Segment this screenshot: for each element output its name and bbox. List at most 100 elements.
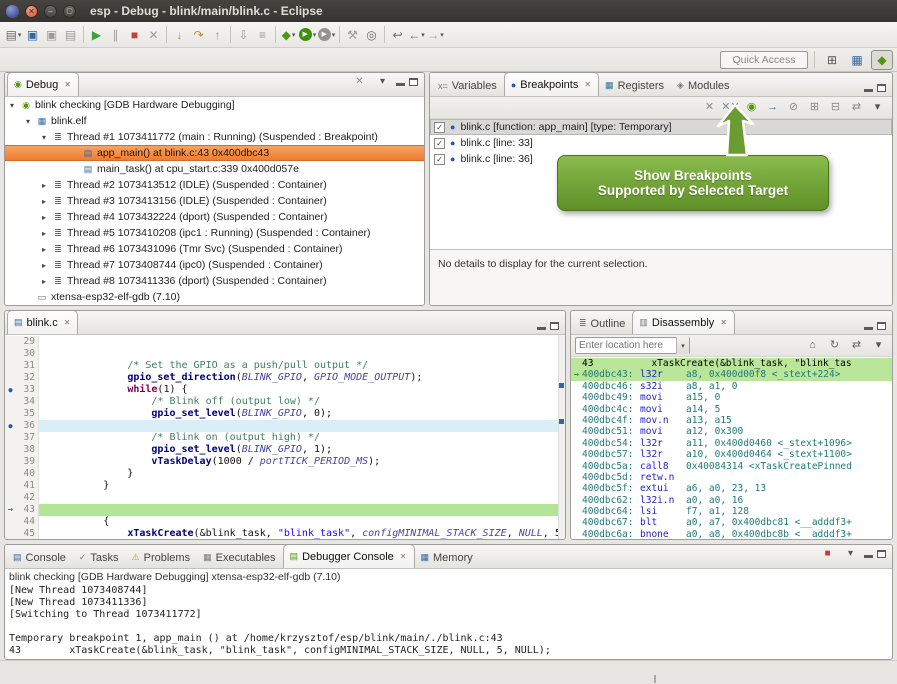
code-line[interactable]: 45: [5, 528, 565, 540]
gutter-marker[interactable]: [5, 372, 16, 384]
tab-disassembly[interactable]: ▥ Disassembly ✕: [632, 310, 735, 334]
tree-expander-icon[interactable]: [23, 117, 33, 126]
location-dropdown-icon[interactable]: ▾: [676, 337, 689, 354]
minimize-view-icon[interactable]: [864, 89, 873, 92]
go-to-pc-icon[interactable]: ⌂: [803, 336, 822, 356]
gutter-marker[interactable]: [5, 516, 16, 528]
debug-tree-item[interactable]: blink checking [GDB Hardware Debugging]: [5, 97, 424, 113]
tree-expander-icon[interactable]: [39, 181, 49, 190]
minimize-view-icon[interactable]: [537, 327, 546, 330]
link-with-debug-view-icon[interactable]: ⇄: [847, 98, 866, 118]
new-wizard-icon[interactable]: ▤ ▾: [4, 25, 23, 45]
tab-close-icon[interactable]: ✕: [720, 318, 727, 327]
open-perspective-icon[interactable]: ⊞: [821, 50, 843, 70]
disassembly-row[interactable]: 400dbc4f: mov.n a13, a15: [571, 415, 892, 426]
tree-expander-icon[interactable]: [39, 245, 49, 254]
perspective-cpp-button[interactable]: ▦: [846, 50, 868, 70]
perspective-debug-button[interactable]: ◆: [871, 50, 893, 70]
breakpoint-item[interactable]: ✓ ● blink.c [function: app_main] [type: …: [430, 119, 892, 135]
remove-all-terminated-icon[interactable]: ✕: [350, 72, 369, 92]
step-into-icon[interactable]: ↓: [170, 25, 189, 45]
debug-tree-item[interactable]: Thread #6 1073431096 (Tmr Svc) (Suspende…: [5, 241, 424, 257]
disassembly-row[interactable]: 400dbc57: l32r a10, 0x400d0464 <_stext+1…: [571, 449, 892, 460]
tree-expander-icon[interactable]: [39, 229, 49, 238]
code-line[interactable]: 31 while(1) {: [5, 360, 565, 372]
gutter-marker[interactable]: [5, 348, 16, 360]
gutter-marker[interactable]: [5, 504, 16, 516]
gutter-marker[interactable]: [5, 432, 16, 444]
tab-registers[interactable]: ▦ Registers: [599, 75, 671, 96]
code-area[interactable]: 29 /* Set the GPIO as a push/pull output…: [5, 335, 565, 540]
dropdown-arrow-icon[interactable]: ▾: [292, 31, 296, 39]
debug-tree-item[interactable]: blink.elf: [5, 113, 424, 129]
tab-close-icon[interactable]: ✕: [584, 80, 591, 89]
debug-tree-item[interactable]: Thread #7 1073408744 (ipc0) (Suspended :…: [5, 257, 424, 273]
code-line[interactable]: 35 /* Blink on (output high) */: [5, 408, 565, 420]
tab-console[interactable]: ▤ Console: [7, 547, 73, 568]
dropdown-arrow-icon[interactable]: ▾: [421, 31, 425, 39]
breakpoint-item[interactable]: ✓ ● blink.c [line: 33]: [430, 135, 892, 151]
link-with-active-debug-context-icon[interactable]: ⇄: [847, 336, 866, 356]
maximize-view-icon[interactable]: [877, 550, 886, 558]
disassembly-row[interactable]: 400dbc4c: movi a14, 5: [571, 404, 892, 415]
tab-outline[interactable]: ≣ Outline: [573, 313, 632, 334]
code-line[interactable]: 40: [5, 468, 565, 480]
breakpoint-checkbox[interactable]: ✓: [434, 154, 445, 165]
maximize-view-icon[interactable]: [409, 78, 418, 86]
window-resize-grip[interactable]: [654, 675, 656, 683]
step-return-icon[interactable]: ↑: [208, 25, 227, 45]
instruction-stepping-icon[interactable]: ≡: [253, 25, 272, 45]
code-line[interactable]: 33 gpio_set_level(BLINK_GPIO, 0);: [5, 384, 565, 396]
tab-breakpoints[interactable]: ● Breakpoints ✕: [504, 72, 599, 96]
window-minimize-button[interactable]: [44, 5, 57, 18]
disassembly-row[interactable]: 400dbc49: movi a15, 0: [571, 392, 892, 403]
tab-close-icon[interactable]: ✕: [64, 318, 71, 327]
tree-expander-icon[interactable]: [39, 261, 49, 270]
maximize-view-icon[interactable]: [877, 84, 886, 92]
terminate-icon[interactable]: ■: [125, 25, 144, 45]
disassembly-row[interactable]: 400dbc5d: retw.n: [571, 472, 892, 483]
tab-tasks[interactable]: ✓ Tasks: [73, 547, 126, 568]
window-maximize-button[interactable]: [63, 5, 76, 18]
debug-tree-item[interactable]: app_main() at blink.c:43 0x400dbc43: [5, 145, 424, 161]
forward-icon[interactable]: → ▾: [426, 25, 445, 45]
code-line[interactable]: 44 }: [5, 516, 565, 528]
tab-debugger-console[interactable]: ▤ Debugger Console ✕: [283, 544, 415, 568]
code-line[interactable]: 43 xTaskCreate(&blink_task, "blink_task"…: [5, 504, 565, 516]
gutter-marker[interactable]: [5, 420, 16, 432]
code-line[interactable]: 32 /* Blink off (output low) */: [5, 372, 565, 384]
overview-ruler-mark[interactable]: [559, 383, 564, 388]
tree-expander-icon[interactable]: [39, 197, 49, 206]
gutter-marker[interactable]: [5, 456, 16, 468]
dropdown-arrow-icon[interactable]: ▾: [332, 31, 336, 39]
maximize-view-icon[interactable]: [877, 322, 886, 330]
tab-variables[interactable]: x= Variables: [432, 75, 504, 96]
terminate-icon[interactable]: ■: [818, 544, 837, 564]
print-icon[interactable]: ▤: [61, 25, 80, 45]
tree-expander-icon[interactable]: [39, 133, 49, 142]
disassembly-row[interactable]: 400dbc43: l32r a8, 0x400d00f8 <_stext+22…: [571, 369, 892, 380]
breakpoint-checkbox[interactable]: ✓: [434, 122, 445, 133]
dropdown-arrow-icon[interactable]: ▾: [313, 31, 317, 39]
debug-tree-item[interactable]: main_task() at cpu_start.c:339 0x400d057…: [5, 161, 424, 177]
expand-all-icon[interactable]: ⊞: [805, 98, 824, 118]
window-close-button[interactable]: [25, 5, 38, 18]
gutter-marker[interactable]: [5, 384, 16, 396]
skip-all-breakpoints-icon[interactable]: ⊘: [784, 98, 803, 118]
dropdown-arrow-icon[interactable]: ▾: [440, 31, 444, 39]
minimize-view-icon[interactable]: [864, 555, 873, 558]
disassembly-row[interactable]: 400dbc62: l32i.n a0, a0, 16: [571, 495, 892, 506]
disassembly-row[interactable]: 400dbc5a: call8 0x40084314 <xTaskCreateP…: [571, 461, 892, 472]
build-icon[interactable]: ⚒: [343, 25, 362, 45]
debug-tree-item[interactable]: Thread #5 1073410208 (ipc1 : Running) (S…: [5, 225, 424, 241]
disassembly-row[interactable]: 400dbc64: lsi f7, a1, 128: [571, 506, 892, 517]
gutter-marker[interactable]: [5, 336, 16, 348]
location-input[interactable]: [576, 339, 676, 353]
tree-expander-icon[interactable]: [7, 101, 17, 110]
gutter-marker[interactable]: [5, 468, 16, 480]
tab-close-icon[interactable]: ✕: [64, 80, 71, 89]
gutter-marker[interactable]: [5, 528, 16, 540]
disassembly-row[interactable]: 400dbc51: movi a12, 0x300: [571, 426, 892, 437]
suspend-icon[interactable]: ∥: [106, 25, 125, 45]
debug-icon[interactable]: ◆ ▾: [279, 25, 298, 45]
